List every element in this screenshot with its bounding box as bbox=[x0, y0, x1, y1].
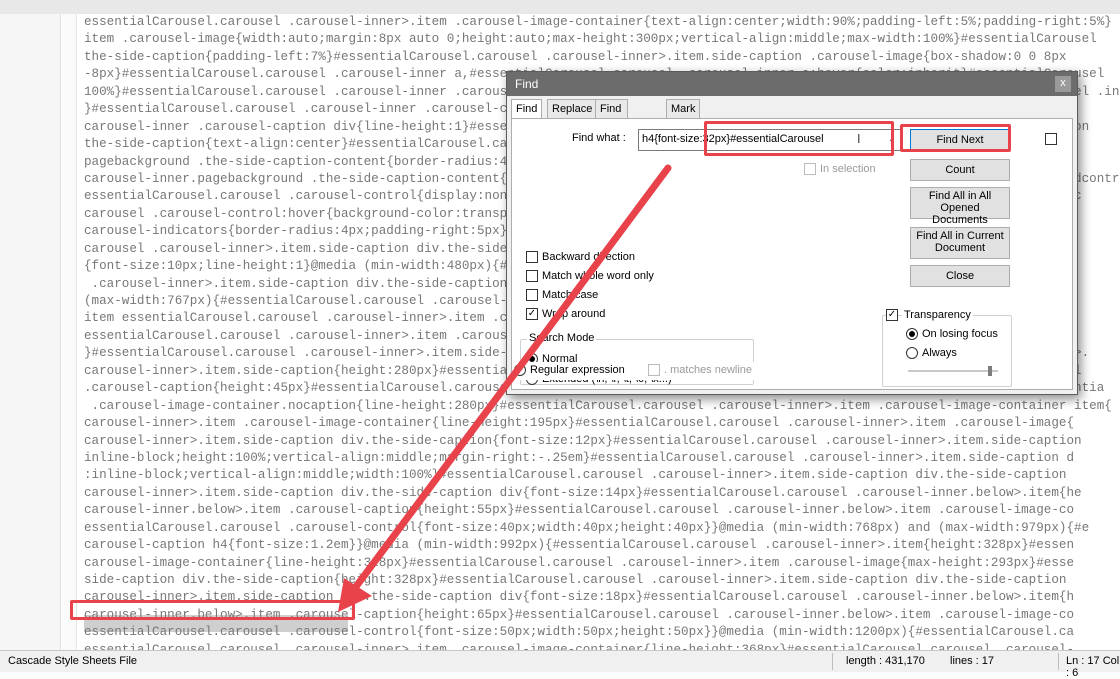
matches-newline-label: . matches newline bbox=[664, 364, 753, 376]
always-radio[interactable] bbox=[906, 347, 918, 359]
match-case-label: Match case bbox=[542, 289, 599, 301]
backward-direction-checkbox[interactable] bbox=[526, 251, 538, 263]
status-lines: lines : 17 bbox=[950, 655, 995, 667]
regex-row: Regular expression . matches newline bbox=[514, 362, 764, 380]
find-dialog: Find x Find Replace Find in Files Mark F… bbox=[506, 71, 1078, 395]
find-next-option-checkbox[interactable] bbox=[1045, 133, 1057, 145]
code-line: essentialCarousel.carousel .carousel-con… bbox=[84, 520, 1090, 535]
line-number-gutter bbox=[0, 14, 61, 650]
status-separator bbox=[832, 653, 833, 670]
code-line: item .carousel-image{width:auto;margin:8… bbox=[84, 32, 1097, 47]
tab-replace[interactable]: Replace bbox=[547, 99, 598, 120]
transparency-checkbox[interactable]: ✓ bbox=[886, 309, 898, 321]
code-line: :inline-block;vertical-align:middle;widt… bbox=[84, 468, 1067, 483]
transparency-slider[interactable] bbox=[908, 370, 998, 372]
matches-newline-checkbox[interactable] bbox=[648, 364, 660, 376]
dialog-titlebar[interactable]: Find x bbox=[507, 72, 1077, 96]
count-button[interactable]: Count bbox=[910, 159, 1010, 181]
find-all-opened-button[interactable]: Find All in All Opened Documents bbox=[910, 187, 1010, 226]
match-whole-word-label: Match whole word only bbox=[542, 270, 654, 282]
in-selection-checkbox[interactable] bbox=[804, 163, 816, 175]
code-line: essentialCarousel.carousel .carousel-con… bbox=[84, 625, 1075, 640]
status-position: Ln : 17 Col : 6 bbox=[1066, 655, 1120, 679]
always-label: Always bbox=[922, 347, 957, 359]
regular-expression-radio[interactable] bbox=[514, 364, 526, 376]
status-separator bbox=[1058, 653, 1059, 670]
find-panel: Find what : h4{font-size:32px}#essential… bbox=[511, 118, 1073, 390]
search-mode-title: Search Mode bbox=[527, 332, 597, 344]
transparency-slider-thumb[interactable] bbox=[988, 366, 992, 376]
window-top-edge bbox=[0, 0, 1120, 15]
status-length: length : 431,170 bbox=[846, 655, 925, 667]
on-losing-focus-radio[interactable] bbox=[906, 328, 918, 340]
match-whole-word-checkbox[interactable] bbox=[526, 270, 538, 282]
close-icon[interactable]: x bbox=[1055, 76, 1071, 92]
annotation-find-input-box bbox=[704, 121, 894, 156]
annotation-match-box bbox=[70, 600, 355, 620]
wrap-around-label: Wrap around bbox=[542, 308, 606, 320]
find-all-current-line1: Find All in Current bbox=[916, 230, 1004, 242]
code-line: essentialCarousel.carousel .carousel-inn… bbox=[84, 642, 1075, 650]
status-file-type: Cascade Style Sheets File bbox=[8, 655, 138, 667]
code-line: inline-block;height:100%;vertical-align:… bbox=[84, 450, 1075, 465]
find-what-label: Find what : bbox=[572, 132, 626, 144]
close-button[interactable]: Close bbox=[910, 265, 1010, 287]
status-bar: Cascade Style Sheets File length : 431,1… bbox=[0, 650, 1120, 679]
match-case-checkbox[interactable] bbox=[526, 289, 538, 301]
dialog-title: Find bbox=[515, 77, 539, 91]
code-line: carousel-inner.below>.item .carousel-cap… bbox=[84, 503, 1075, 518]
code-line: .carousel-image-container.nocaption{line… bbox=[84, 398, 1112, 413]
transparency-label: Transparency bbox=[902, 309, 973, 321]
regular-expression-label: Regular expression bbox=[530, 364, 625, 376]
wrap-around-checkbox[interactable]: ✓ bbox=[526, 308, 538, 320]
in-selection-label: In selection bbox=[820, 163, 876, 175]
tab-find-in-files[interactable]: Find in Files bbox=[595, 99, 629, 151]
find-all-opened-line2: Documents bbox=[932, 214, 988, 226]
code-line: the-side-caption{padding-left:7%}#essent… bbox=[84, 49, 1067, 64]
code-line: carousel-inner>.item.side-caption div.th… bbox=[84, 433, 1082, 448]
code-line: essentialCarousel.carousel .carousel-inn… bbox=[84, 15, 1112, 29]
code-line: carousel-caption h4{font-size:1.2em}}@me… bbox=[84, 538, 1075, 553]
code-line: carousel-inner>.item .carousel-image-con… bbox=[84, 416, 1075, 431]
code-line: side-caption div.the-side-caption{height… bbox=[84, 573, 1067, 587]
tab-mark[interactable]: Mark bbox=[666, 99, 701, 120]
find-all-opened-line1: Find All in All Opened bbox=[928, 190, 992, 214]
find-all-current-button[interactable]: Find All in Current Document bbox=[910, 227, 1010, 259]
code-line: carousel-image-container{line-height:328… bbox=[84, 555, 1075, 570]
fold-margin bbox=[62, 14, 77, 650]
find-all-current-line2: Document bbox=[934, 242, 986, 254]
backward-direction-label: Backward direction bbox=[542, 251, 635, 263]
code-line: carousel-inner>.item.side-caption div.th… bbox=[84, 485, 1082, 500]
annotation-find-next-box bbox=[900, 124, 1011, 152]
on-losing-focus-label: On losing focus bbox=[922, 328, 998, 340]
